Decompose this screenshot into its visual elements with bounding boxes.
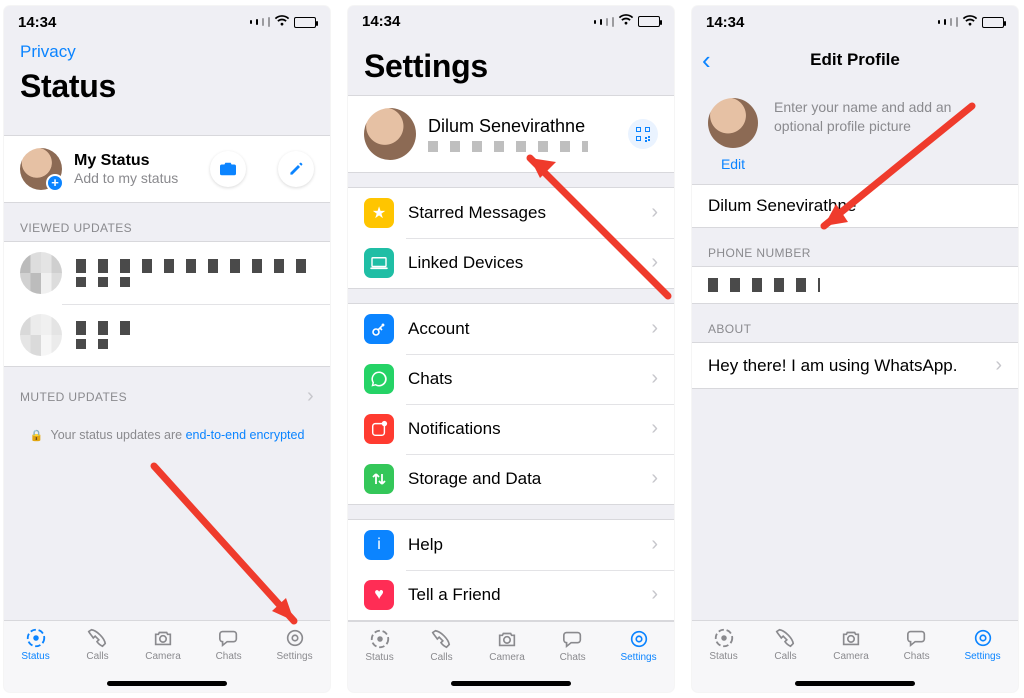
chevron-right-icon: ›: [651, 583, 658, 606]
chevron-right-icon: ›: [651, 201, 658, 224]
muted-updates-header[interactable]: MUTED UPDATES ›: [4, 367, 330, 414]
encryption-notice: 🔒 Your status updates are end-to-end enc…: [4, 414, 330, 456]
wifi-icon: [962, 15, 978, 30]
row-tell-friend[interactable]: ♥ Tell a Friend ›: [348, 570, 674, 620]
chevron-right-icon: ›: [307, 385, 314, 408]
avatar: [364, 108, 416, 160]
home-indicator: [795, 681, 915, 686]
info-icon: i: [364, 530, 394, 560]
wifi-icon: [618, 14, 634, 29]
redacted-time: [76, 277, 136, 287]
home-indicator: [451, 681, 571, 686]
battery-icon: [638, 16, 660, 27]
compose-button[interactable]: [278, 151, 314, 187]
section-account-group: Account › Chats › Notifications ›: [348, 303, 674, 505]
heart-icon: ♥: [364, 580, 394, 610]
arrows-vertical-icon: [364, 464, 394, 494]
chevron-right-icon: ›: [651, 417, 658, 440]
phone-number-field: [692, 266, 1018, 304]
my-status-row[interactable]: + My Status Add to my status: [4, 135, 330, 203]
chevron-right-icon: ›: [651, 467, 658, 490]
row-account[interactable]: Account ›: [348, 304, 674, 354]
redacted-phone: [708, 278, 820, 292]
chevron-right-icon: ›: [995, 354, 1002, 377]
viewed-updates-header: VIEWED UPDATES: [4, 203, 330, 241]
nav-bar: ‹ Edit Profile: [692, 38, 1018, 82]
edit-photo-link[interactable]: Edit: [721, 156, 745, 172]
row-chats[interactable]: Chats ›: [348, 354, 674, 404]
redacted-time: [76, 339, 119, 349]
page-title: Status: [20, 68, 314, 105]
clock: 14:34: [362, 13, 400, 30]
row-notifications[interactable]: Notifications ›: [348, 404, 674, 454]
status-entry[interactable]: [4, 304, 330, 366]
whatsapp-icon: [364, 364, 394, 394]
name-field[interactable]: Dilum Senevirathne: [692, 184, 1018, 228]
avatar[interactable]: [708, 98, 758, 148]
battery-icon: [294, 17, 316, 28]
back-button[interactable]: ‹: [702, 45, 711, 76]
status-thumbnail: [20, 314, 62, 356]
phone-number-header: PHONE NUMBER: [692, 228, 1018, 266]
key-icon: [364, 314, 394, 344]
viewed-updates-section: [4, 241, 330, 367]
phone-settings-screen: 14:34 Settings Dilum Senevirathne: [348, 6, 674, 692]
tab-settings[interactable]: Settings: [276, 627, 312, 692]
tab-status[interactable]: Status: [709, 627, 737, 692]
large-header: Settings: [348, 38, 674, 95]
status-bar: 14:34: [692, 6, 1018, 38]
tab-settings[interactable]: Settings: [620, 628, 656, 692]
phone-edit-profile-screen: 14:34 ‹ Edit Profile Edit Enter your nam…: [692, 6, 1018, 692]
qr-code-button[interactable]: [628, 119, 658, 149]
battery-icon: [982, 17, 1004, 28]
laptop-icon: [364, 248, 394, 278]
about-field[interactable]: Hey there! I am using WhatsApp. ›: [692, 342, 1018, 389]
redacted-name: [76, 321, 136, 335]
status-indicators: [250, 15, 316, 30]
chevron-right-icon: ›: [651, 251, 658, 274]
clock: 14:34: [18, 14, 56, 31]
row-linked-devices[interactable]: Linked Devices ›: [348, 238, 674, 288]
large-header: Privacy Status: [4, 38, 330, 115]
redacted-status: [428, 141, 588, 152]
lock-icon: 🔒: [30, 430, 44, 442]
my-status-title: My Status: [74, 152, 178, 170]
row-starred-messages[interactable]: ★ Starred Messages ›: [348, 188, 674, 238]
about-header: ABOUT: [692, 304, 1018, 342]
row-storage-data[interactable]: Storage and Data ›: [348, 454, 674, 504]
wifi-icon: [274, 15, 290, 30]
star-icon: ★: [364, 198, 394, 228]
tab-status[interactable]: Status: [365, 628, 393, 692]
tab-status[interactable]: Status: [21, 627, 49, 692]
camera-button[interactable]: [210, 151, 246, 187]
page-title: Settings: [364, 48, 658, 85]
row-help[interactable]: i Help ›: [348, 520, 674, 570]
app-badge-icon: [364, 414, 394, 444]
profile-row[interactable]: Dilum Senevirathne: [348, 95, 674, 173]
phone-status-screen: 14:34 Privacy Status + My Status Add to …: [4, 6, 330, 692]
status-bar: 14:34: [348, 6, 674, 38]
redacted-name: [76, 259, 314, 273]
privacy-link[interactable]: Privacy: [20, 42, 76, 61]
section-help-group: i Help › ♥ Tell a Friend ›: [348, 519, 674, 621]
nav-title: Edit Profile: [810, 50, 900, 70]
my-status-subtitle: Add to my status: [74, 170, 178, 186]
clock: 14:34: [706, 14, 744, 31]
profile-edit-header: Edit Enter your name and add an optional…: [692, 82, 1018, 178]
chevron-right-icon: ›: [651, 367, 658, 390]
avatar: +: [20, 148, 62, 190]
chevron-right-icon: ›: [651, 317, 658, 340]
encryption-link[interactable]: end-to-end encrypted: [186, 428, 305, 442]
section-starred-linked: ★ Starred Messages › Linked Devices ›: [348, 187, 674, 289]
profile-name: Dilum Senevirathne: [428, 116, 616, 137]
home-indicator: [107, 681, 227, 686]
plus-badge-icon: +: [46, 174, 64, 192]
status-bar: 14:34: [4, 6, 330, 38]
status-thumbnail: [20, 252, 62, 294]
tab-settings[interactable]: Settings: [964, 627, 1000, 692]
status-entry[interactable]: [4, 242, 330, 304]
profile-hint: Enter your name and add an optional prof…: [774, 98, 1002, 172]
chevron-right-icon: ›: [651, 533, 658, 556]
